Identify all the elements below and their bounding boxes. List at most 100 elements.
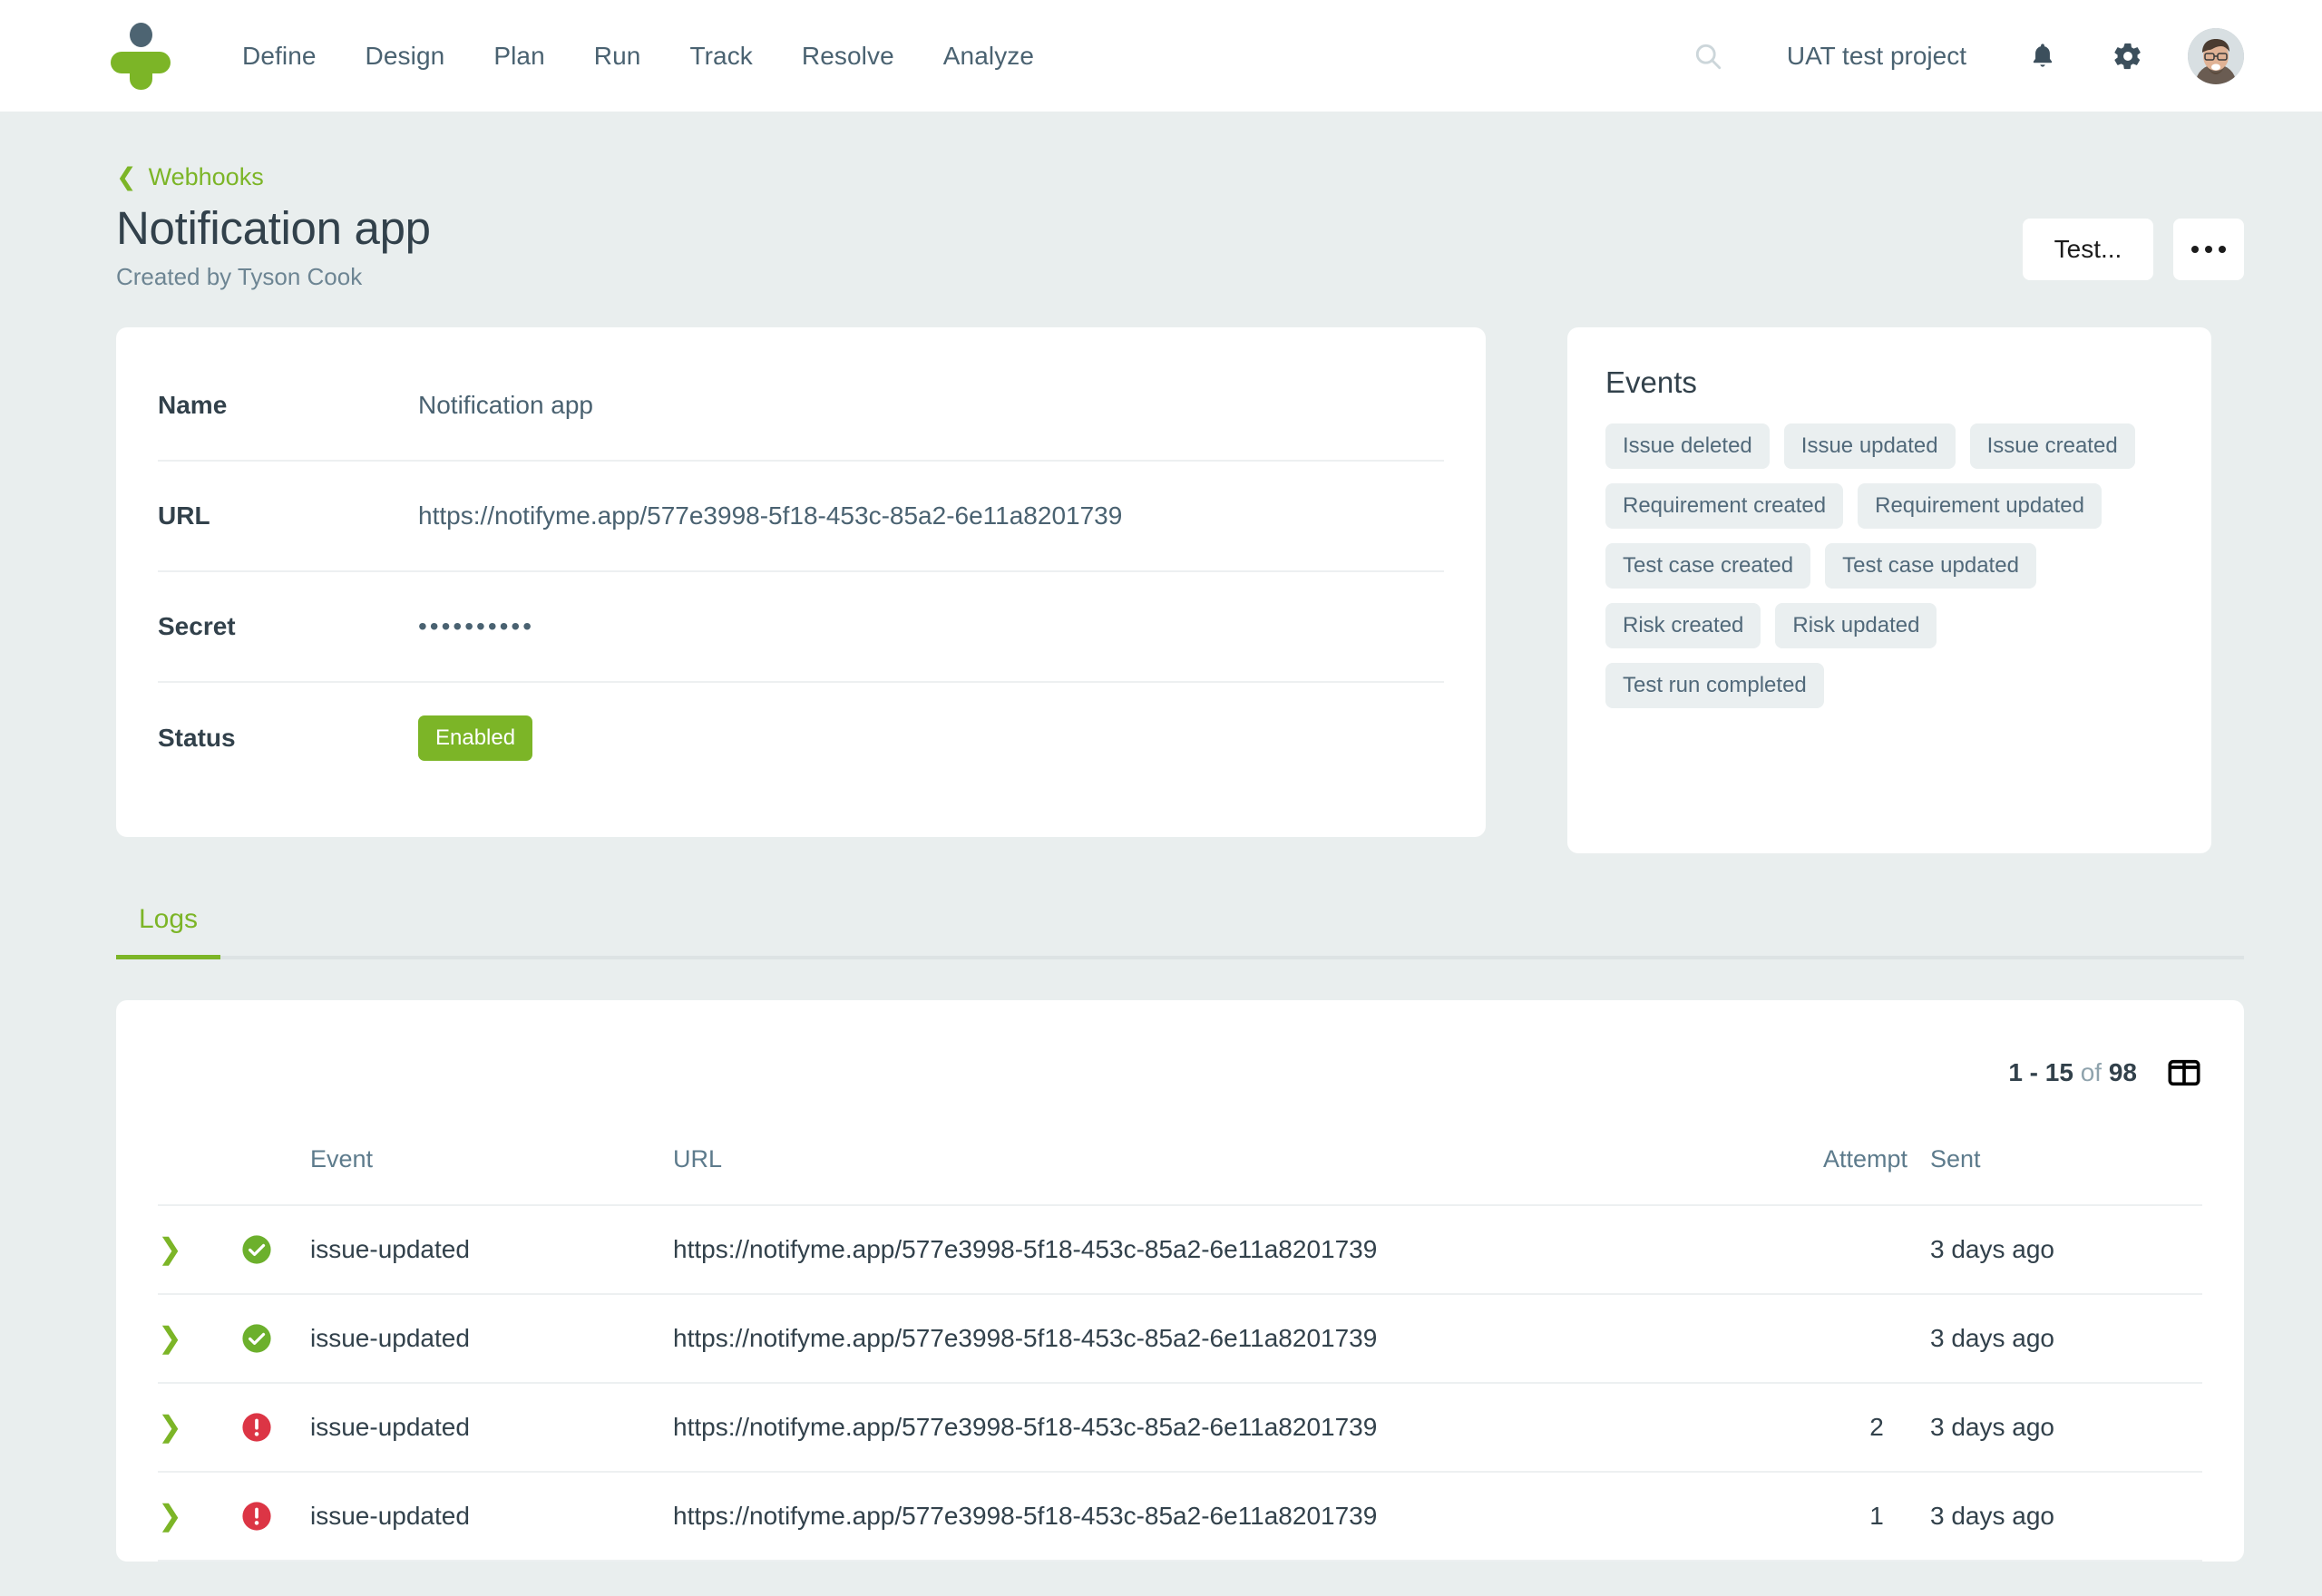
test-button[interactable]: Test... <box>2023 219 2153 280</box>
event-chip-issue-created[interactable]: Issue created <box>1969 423 2135 469</box>
row-attempt <box>1823 1293 1930 1384</box>
row-attempt <box>1823 1204 1930 1295</box>
row-expand-cell[interactable]: ❯ <box>158 1204 241 1295</box>
tab-logs[interactable]: Logs <box>116 904 221 959</box>
row-url[interactable]: https://notifyme.app/577e3998-5f18-453c-… <box>673 1293 1823 1384</box>
table-row[interactable]: ❯ issue-updated https://notifyme.app/577… <box>158 1382 2202 1473</box>
detail-label-url: URL <box>158 501 210 530</box>
event-chip-test-case-created[interactable]: Test case created <box>1605 542 1811 589</box>
pagination-total: 98 <box>2108 1057 2137 1086</box>
main-nav-links: Define Design Plan Run Track Resolve Ana… <box>218 42 1059 71</box>
detail-value-url: https://notifyme.app/577e3998-5f18-453c-… <box>418 501 1123 530</box>
row-url[interactable]: https://notifyme.app/577e3998-5f18-453c-… <box>673 1471 1823 1562</box>
chevron-right-icon[interactable]: ❯ <box>158 1412 182 1441</box>
success-check-icon <box>242 1324 271 1353</box>
table-row[interactable]: ❯ issue-updated https://notifyme.app/577… <box>158 1204 2202 1295</box>
header-expand <box>158 1144 241 1206</box>
error-exclamation-icon <box>242 1413 271 1442</box>
status-badge: Enabled <box>418 715 533 761</box>
page-header-text: Notification app Created by Tyson Cook <box>116 202 431 291</box>
logs-table-card: 1 - 15 of 98 Event URL Attempt Sent ❯ is… <box>116 999 2244 1562</box>
header-url[interactable]: URL <box>673 1144 1823 1206</box>
row-status-cell <box>241 1293 310 1384</box>
table-row[interactable]: ❯ issue-updated https://notifyme.app/577… <box>158 1471 2202 1562</box>
header-attempt[interactable]: Attempt <box>1823 1144 1930 1206</box>
row-status-cell <box>241 1382 310 1473</box>
detail-row-url: URL https://notifyme.app/577e3998-5f18-4… <box>158 462 1444 572</box>
event-chip-requirement-updated[interactable]: Requirement updated <box>1858 482 2102 529</box>
events-title: Events <box>1605 365 1697 399</box>
bell-icon[interactable] <box>2012 25 2073 87</box>
row-url[interactable]: https://notifyme.app/577e3998-5f18-453c-… <box>673 1204 1823 1295</box>
header-sent[interactable]: Sent <box>1930 1144 2202 1206</box>
row-url[interactable]: https://notifyme.app/577e3998-5f18-453c-… <box>673 1382 1823 1473</box>
summary-cards: Name Notification app URL https://notify… <box>116 326 2244 853</box>
row-expand-cell[interactable]: ❯ <box>158 1382 241 1473</box>
chevron-right-icon[interactable]: ❯ <box>158 1323 182 1352</box>
event-chip-risk-created[interactable]: Risk created <box>1605 602 1761 648</box>
pagination-summary: 1 - 15 of 98 <box>2008 1058 2137 1087</box>
breadcrumb[interactable]: ❮ Webhooks <box>116 163 264 191</box>
nav-item-plan[interactable]: Plan <box>469 42 569 71</box>
page-title: Notification app <box>116 202 431 254</box>
detail-row-secret: Secret •••••••••• <box>158 572 1444 683</box>
events-card: Events Issue deleted Issue updated Issue… <box>1567 326 2211 853</box>
avatar[interactable] <box>2188 27 2244 84</box>
row-status-cell <box>241 1471 310 1562</box>
chevron-left-icon: ❮ <box>116 163 137 190</box>
row-sent: 3 days ago <box>1930 1471 2202 1562</box>
row-sent: 3 days ago <box>1930 1204 2202 1295</box>
nav-item-track[interactable]: Track <box>665 42 776 71</box>
table-row[interactable]: ❯ issue-updated https://notifyme.app/577… <box>158 1293 2202 1384</box>
search-icon[interactable] <box>1676 24 1740 88</box>
dot-3 <box>2219 246 2226 253</box>
detail-value-name: Notification app <box>418 390 594 419</box>
nav-item-define[interactable]: Define <box>218 42 341 71</box>
nav-item-run[interactable]: Run <box>570 42 666 71</box>
event-chip-issue-updated[interactable]: Issue updated <box>1783 423 1956 469</box>
page-actions: Test... <box>2023 202 2244 280</box>
row-event: issue-updated <box>310 1382 673 1473</box>
success-check-icon <box>242 1235 271 1264</box>
header-event[interactable]: Event <box>310 1144 673 1206</box>
pagination-range: 1 - 15 <box>2008 1057 2073 1086</box>
logs-toolbar: 1 - 15 of 98 <box>158 1000 2202 1145</box>
row-expand-cell[interactable]: ❯ <box>158 1293 241 1384</box>
gear-icon[interactable] <box>2097 25 2159 87</box>
detail-label-secret: Secret <box>158 611 236 640</box>
chevron-right-icon[interactable]: ❯ <box>158 1501 182 1530</box>
row-sent: 3 days ago <box>1930 1382 2202 1473</box>
logo-dot <box>130 22 152 47</box>
event-chip-risk-updated[interactable]: Risk updated <box>1775 602 1937 648</box>
detail-row-status: Status Enabled <box>158 683 1444 793</box>
row-event: issue-updated <box>310 1293 673 1384</box>
event-chip-issue-deleted[interactable]: Issue deleted <box>1605 423 1770 469</box>
row-status-cell <box>241 1204 310 1295</box>
row-attempt: 2 <box>1823 1382 1930 1473</box>
event-chip-test-run-completed[interactable]: Test run completed <box>1605 662 1824 708</box>
row-expand-cell[interactable]: ❯ <box>158 1471 241 1562</box>
columns-layout-icon[interactable] <box>2166 1055 2202 1091</box>
detail-label-name: Name <box>158 390 228 419</box>
chevron-right-icon[interactable]: ❯ <box>158 1234 182 1263</box>
detail-value-status: Enabled <box>418 715 533 761</box>
logs-header-row: Event URL Attempt Sent <box>158 1144 2202 1206</box>
error-exclamation-icon <box>242 1502 271 1531</box>
logs-table: Event URL Attempt Sent ❯ issue-updated h… <box>158 1144 2202 1562</box>
events-chip-list: Issue deleted Issue updated Issue create… <box>1605 423 2168 708</box>
event-chip-requirement-created[interactable]: Requirement created <box>1605 482 1844 529</box>
more-options-button[interactable] <box>2173 219 2244 280</box>
project-selector[interactable]: UAT test project <box>1787 42 1966 71</box>
page-header: Notification app Created by Tyson Cook T… <box>116 202 2244 291</box>
breadcrumb-label: Webhooks <box>148 163 264 190</box>
nav-item-analyze[interactable]: Analyze <box>919 42 1059 71</box>
nav-item-design[interactable]: Design <box>341 42 470 71</box>
nav-item-resolve[interactable]: Resolve <box>777 42 919 71</box>
event-chip-test-case-updated[interactable]: Test case updated <box>1825 542 2036 589</box>
row-event: issue-updated <box>310 1204 673 1295</box>
row-attempt: 1 <box>1823 1471 1930 1562</box>
page-subtitle: Created by Tyson Cook <box>116 262 363 290</box>
app-logo[interactable] <box>111 22 171 90</box>
header-status <box>241 1144 310 1206</box>
pagination-of: of <box>2080 1057 2102 1086</box>
